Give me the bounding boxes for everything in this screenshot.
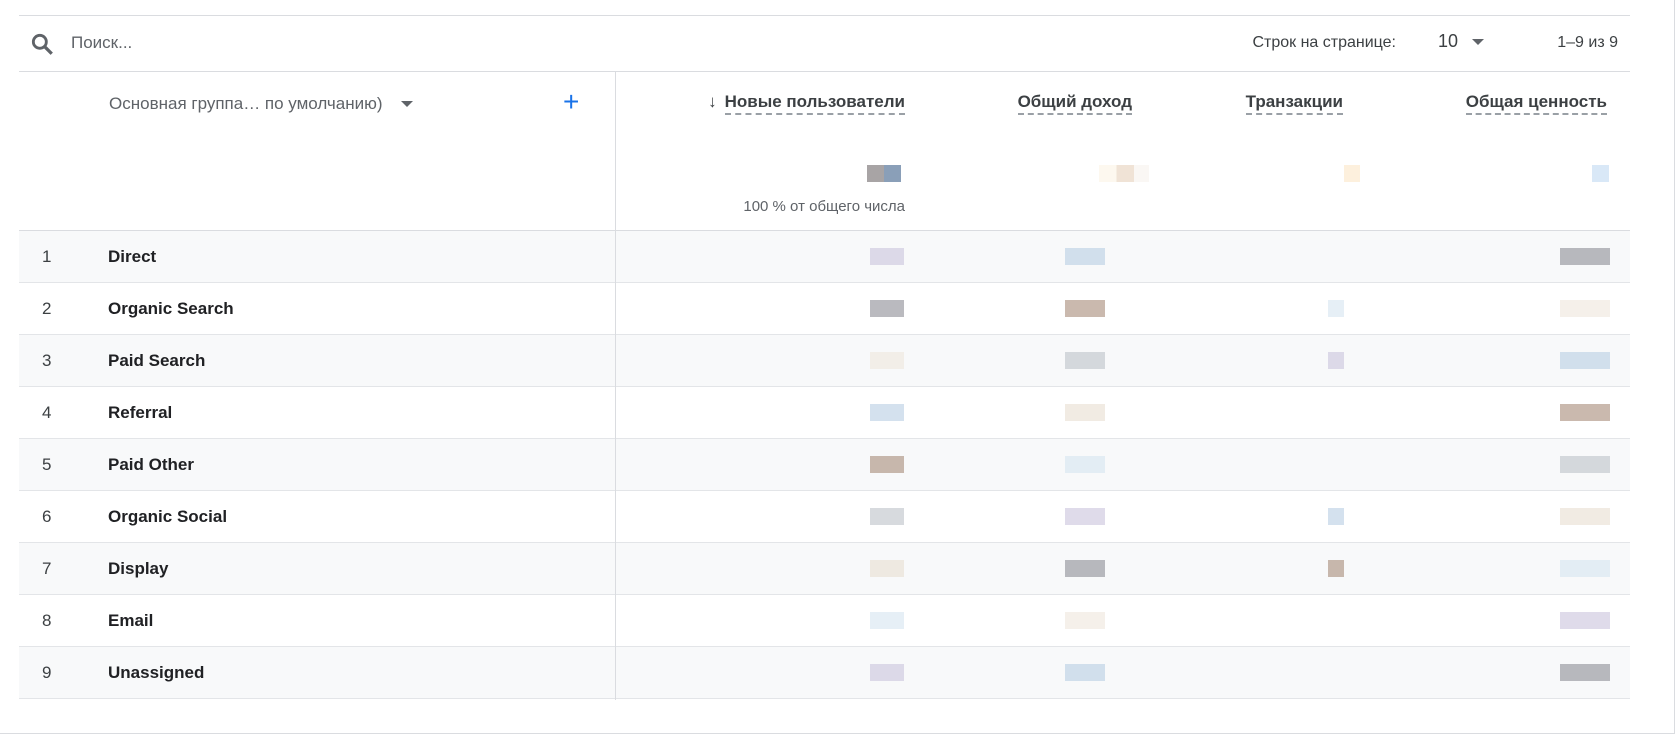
table-row[interactable]: 6 Organic Social — [19, 491, 1630, 543]
redacted-value — [1328, 300, 1344, 317]
redacted-value — [1560, 508, 1610, 525]
redacted-value — [1065, 664, 1105, 681]
redacted-value — [870, 248, 904, 265]
search-icon — [31, 33, 53, 55]
rows-per-page-value: 10 — [1437, 31, 1458, 51]
report-table-card: Строк на странице: 10 1–9 из 9 Основная … — [0, 0, 1675, 734]
sort-down-icon: ↓ — [708, 92, 717, 111]
row-number: 5 — [42, 455, 52, 474]
redacted-value — [1065, 300, 1105, 317]
redacted-value — [1328, 508, 1344, 525]
total-percent-note: 100 % от общего числа — [743, 198, 905, 215]
redacted-value — [1560, 300, 1610, 317]
redacted-total-value — [1099, 165, 1149, 182]
table-row[interactable]: 8 Email — [19, 595, 1630, 647]
redacted-value — [1065, 560, 1105, 577]
row-number: 2 — [42, 299, 52, 318]
redacted-value — [1065, 248, 1105, 265]
table-row[interactable]: 3 Paid Search — [19, 335, 1630, 387]
redacted-total-value — [1592, 165, 1609, 182]
add-dimension-button[interactable]: + — [563, 86, 579, 118]
redacted-value — [1065, 404, 1105, 421]
row-channel-name: Direct — [108, 247, 157, 266]
row-channel-name: Paid Other — [108, 455, 194, 474]
redacted-value — [1065, 612, 1105, 629]
redacted-total-value — [867, 165, 901, 182]
row-number: 4 — [42, 403, 52, 422]
row-number: 1 — [42, 247, 52, 266]
redacted-value — [870, 300, 904, 317]
redacted-total-value — [1344, 165, 1360, 182]
rows-per-page-select[interactable]: 10 — [1438, 31, 1484, 52]
column-total-revenue[interactable]: Общий доход — [1017, 92, 1132, 115]
table-row[interactable]: 5 Paid Other — [19, 439, 1630, 491]
redacted-value — [870, 508, 904, 525]
column-total-value[interactable]: Общая ценность — [1465, 92, 1607, 115]
redacted-value — [870, 560, 904, 577]
row-number: 3 — [42, 351, 52, 370]
pagination-range: 1–9 из 9 — [1557, 34, 1618, 51]
redacted-value — [1560, 664, 1610, 681]
row-channel-name: Organic Social — [108, 507, 228, 526]
chevron-down-icon — [1472, 38, 1484, 45]
dimension-label: Основная группа… по умолчанию) — [109, 94, 383, 113]
row-number: 9 — [42, 663, 52, 682]
table-row[interactable]: 9 Unassigned — [19, 647, 1630, 699]
redacted-value — [870, 404, 904, 421]
row-channel-name: Paid Search — [108, 351, 206, 370]
column-divider — [615, 72, 616, 700]
redacted-value — [1065, 456, 1105, 473]
table-row[interactable]: 1 Direct — [19, 231, 1630, 283]
row-number: 6 — [42, 507, 52, 526]
column-new-users[interactable]: ↓ Новые пользователи — [708, 92, 905, 115]
redacted-value — [1560, 248, 1610, 265]
redacted-value — [870, 664, 904, 681]
row-channel-name: Referral — [108, 403, 173, 422]
redacted-value — [870, 352, 904, 369]
rows-per-page-label: Строк на странице: — [1252, 34, 1396, 51]
redacted-value — [1560, 456, 1610, 473]
redacted-value — [870, 612, 904, 629]
redacted-value — [1560, 352, 1610, 369]
column-transactions[interactable]: Транзакции — [1245, 92, 1343, 115]
table-row[interactable]: 2 Organic Search — [19, 283, 1630, 335]
row-channel-name: Organic Search — [108, 299, 234, 318]
row-channel-name: Display — [108, 559, 169, 578]
redacted-value — [1560, 560, 1610, 577]
dimension-selector[interactable]: Основная группа… по умолчанию) — [109, 94, 413, 114]
redacted-value — [1560, 404, 1610, 421]
table-row[interactable]: 4 Referral — [19, 387, 1630, 439]
row-channel-name: Unassigned — [108, 663, 205, 682]
redacted-value — [1065, 352, 1105, 369]
row-channel-name: Email — [108, 611, 154, 630]
redacted-value — [1065, 508, 1105, 525]
redacted-value — [1328, 352, 1344, 369]
search-input[interactable] — [69, 32, 473, 54]
table-row[interactable]: 7 Display — [19, 543, 1630, 595]
table-header: Основная группа… по умолчанию) + ↓ Новые … — [19, 72, 1630, 231]
row-number: 8 — [42, 611, 52, 630]
redacted-value — [1328, 560, 1344, 577]
redacted-value — [1560, 612, 1610, 629]
redacted-value — [870, 456, 904, 473]
chevron-down-icon — [400, 101, 413, 107]
row-number: 7 — [42, 559, 52, 578]
table-toolbar: Строк на странице: 10 1–9 из 9 — [19, 16, 1630, 72]
